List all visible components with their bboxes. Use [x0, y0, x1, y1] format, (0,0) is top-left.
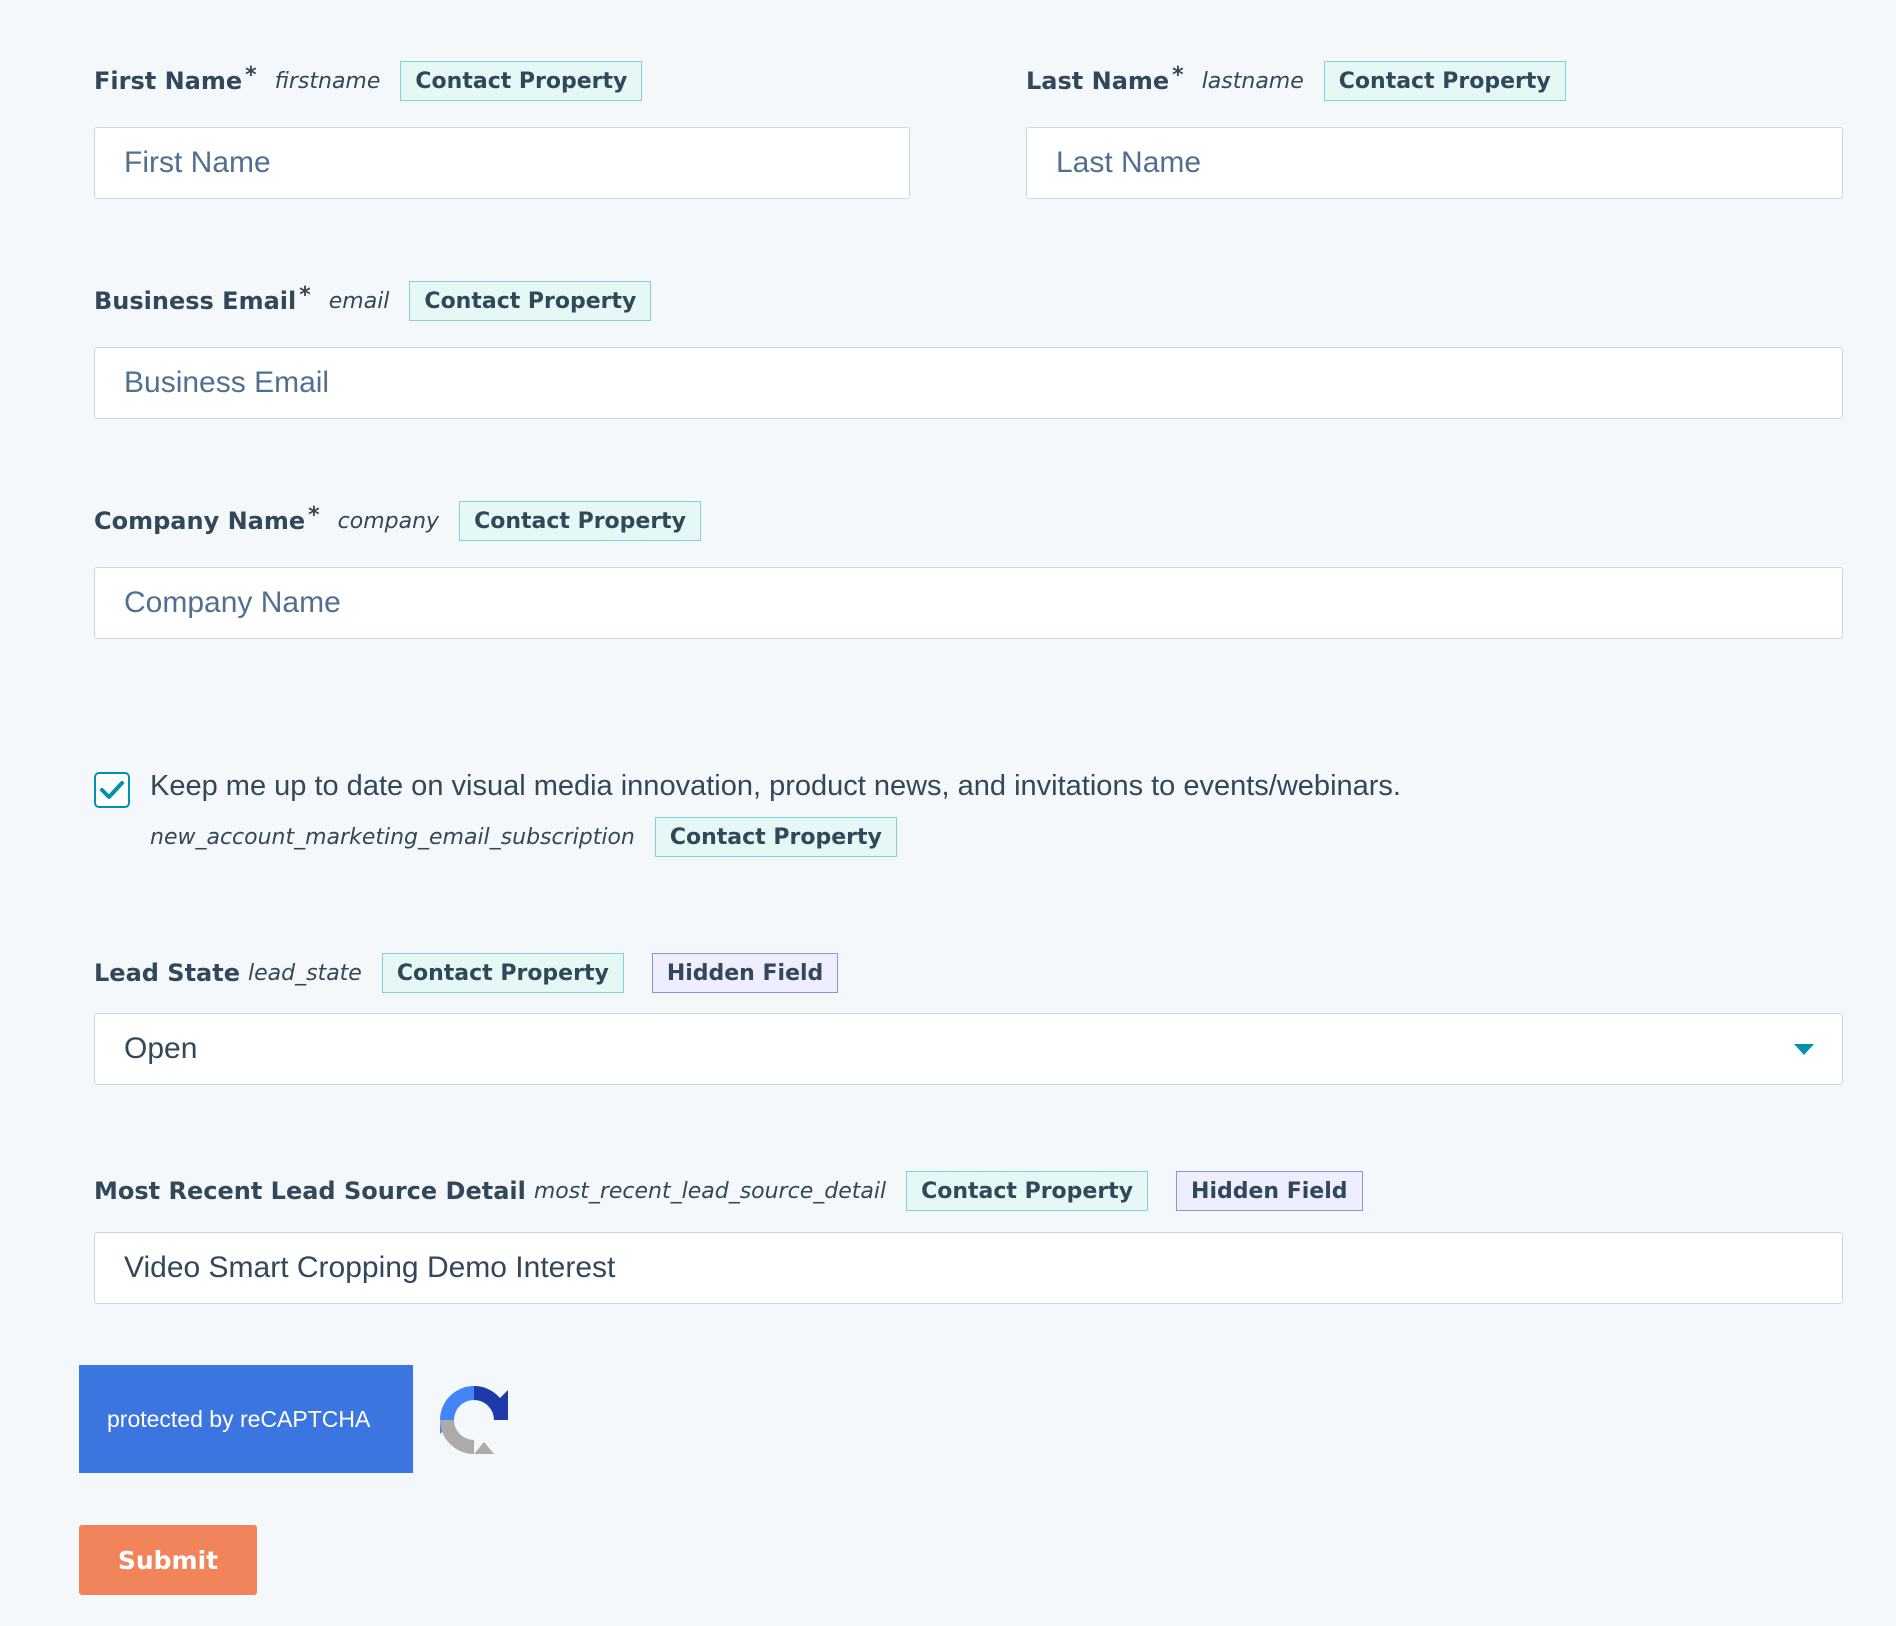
required-marker: * [245, 62, 257, 88]
contact-property-tag: Contact Property [381, 953, 624, 993]
consent-meta: new_account_marketing_email_subscription… [150, 815, 897, 859]
recaptcha-text: protected by reCAPTCHA [107, 1405, 371, 1432]
lead-state-label: Lead State [94, 959, 241, 987]
chevron-down-icon [1794, 1044, 1814, 1055]
lead-state-selected-value: Open [124, 1032, 198, 1065]
required-marker: * [308, 502, 320, 528]
first-name-label-row: First Name * firstname Contact Property [94, 59, 643, 103]
recaptcha-logo-icon [440, 1386, 508, 1454]
email-label: Business Email [94, 287, 297, 315]
email-input[interactable]: Business Email [94, 347, 1843, 419]
company-field: Company Name * company Contact Property [94, 499, 702, 543]
last-name-internal-name: lastname [1201, 68, 1304, 94]
hidden-field-tag: Hidden Field [1176, 1171, 1363, 1211]
required-marker: * [1172, 62, 1184, 88]
company-input[interactable]: Company Name [94, 567, 1843, 639]
last-name-label: Last Name [1026, 67, 1170, 95]
last-name-input[interactable]: Last Name [1026, 127, 1843, 199]
consent-meta-row: new_account_marketing_email_subscription… [150, 815, 897, 859]
marketing-consent-checkbox[interactable] [94, 772, 130, 808]
contact-property-tag: Contact Property [906, 1171, 1149, 1211]
contact-property-tag: Contact Property [1323, 61, 1566, 101]
company-label: Company Name [94, 507, 306, 535]
first-name-internal-name: firstname [274, 68, 381, 94]
lead-source-label-row: Most Recent Lead Source Detail most_rece… [94, 1169, 1363, 1213]
email-internal-name: email [328, 288, 390, 314]
first-name-input[interactable]: First Name [94, 127, 910, 199]
lead-source-field: Most Recent Lead Source Detail most_rece… [94, 1169, 1363, 1213]
lead-source-label: Most Recent Lead Source Detail [94, 1177, 526, 1205]
last-name-label-row: Last Name * lastname Contact Property [1026, 59, 1566, 103]
email-label-row: Business Email * email Contact Property [94, 279, 652, 323]
first-name-label: First Name [94, 67, 243, 95]
last-name-field: Last Name * lastname Contact Property [1026, 59, 1566, 103]
contact-property-tag: Contact Property [409, 281, 652, 321]
contact-property-tag: Contact Property [654, 817, 897, 857]
required-marker: * [299, 282, 311, 308]
company-label-row: Company Name * company Contact Property [94, 499, 702, 543]
email-field: Business Email * email Contact Property [94, 279, 652, 323]
company-internal-name: company [337, 508, 440, 534]
marketing-consent-label[interactable]: Keep me up to date on visual media innov… [150, 770, 1401, 803]
recaptcha-badge[interactable]: protected by reCAPTCHA [79, 1365, 413, 1473]
lead-state-label-row: Lead State lead_state Contact Property H… [94, 951, 839, 995]
lead-state-select[interactable]: Open [94, 1013, 1843, 1085]
lead-state-field: Lead State lead_state Contact Property H… [94, 951, 839, 995]
contact-property-tag: Contact Property [400, 61, 643, 101]
lead-source-input[interactable]: Video Smart Cropping Demo Interest [94, 1232, 1843, 1304]
hidden-field-tag: Hidden Field [651, 953, 839, 993]
checkmark-icon [100, 781, 124, 799]
submit-button[interactable]: Submit [79, 1525, 257, 1595]
lead-source-internal-name: most_recent_lead_source_detail [533, 1178, 887, 1204]
contact-property-tag: Contact Property [459, 501, 702, 541]
lead-state-internal-name: lead_state [248, 960, 362, 986]
first-name-field: First Name * firstname Contact Property [94, 59, 643, 103]
consent-internal-name: new_account_marketing_email_subscription [150, 824, 635, 850]
